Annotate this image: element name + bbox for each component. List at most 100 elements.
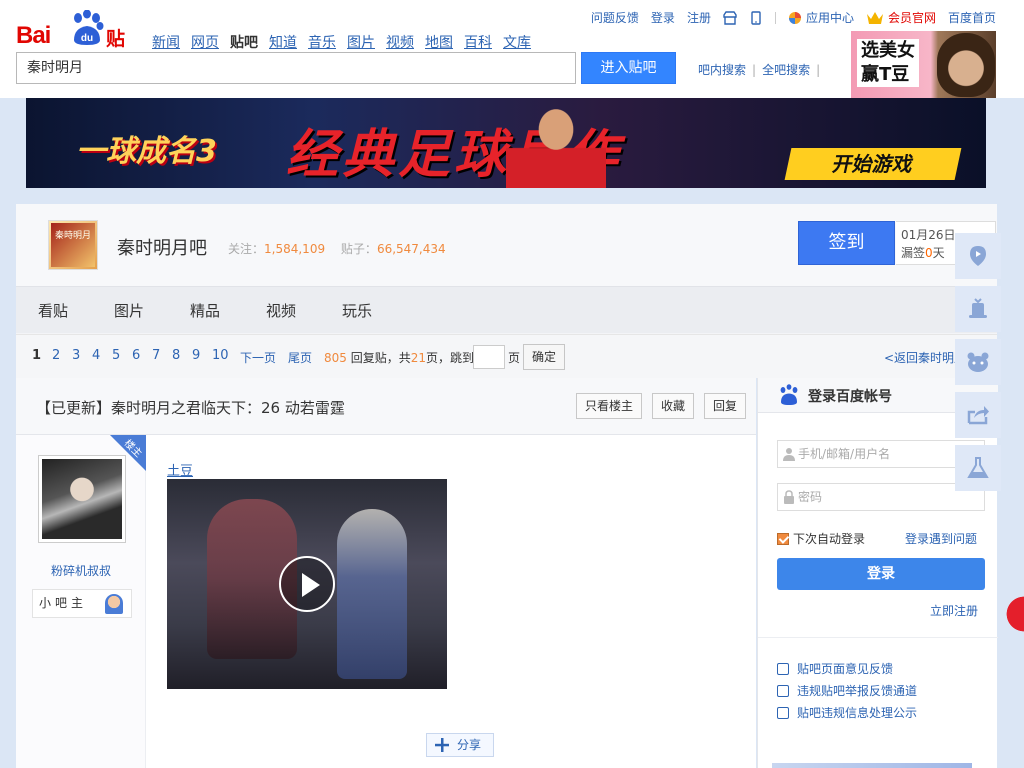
product-nav: 新闻 网页 贴吧 知道 音乐 图片 视频 地图 百科 文库 <box>152 32 542 52</box>
nav-tieba[interactable]: 贴吧 <box>230 32 258 52</box>
page-9[interactable]: 9 <box>192 348 200 363</box>
bear-button[interactable] <box>955 339 1001 385</box>
nav-music[interactable]: 音乐 <box>308 32 336 52</box>
enter-tieba-button[interactable]: 进入贴吧 <box>581 52 676 84</box>
nav-news[interactable]: 新闻 <box>152 32 180 52</box>
login-button[interactable]: 登录 <box>777 558 985 590</box>
reply-count: 805 <box>324 351 347 365</box>
nav-video[interactable]: 视频 <box>386 32 414 52</box>
share-side-button[interactable] <box>955 392 1001 438</box>
reply-button[interactable]: 回复 <box>704 393 746 419</box>
global-search-link[interactable]: 全吧搜索 <box>762 63 810 77</box>
corner-ad[interactable]: 选美女 赢T豆 <box>851 31 996 98</box>
forum-avatar[interactable]: 秦時明月 <box>48 220 98 270</box>
streak-prefix: 漏签 <box>901 246 926 260</box>
side-promo-widget[interactable] <box>1004 590 1024 638</box>
page-3[interactable]: 3 <box>72 348 80 363</box>
video-player[interactable] <box>167 479 447 689</box>
register-link[interactable]: 注册 <box>687 9 711 26</box>
report-link[interactable]: 违规贴吧举报反馈通道 <box>777 682 917 699</box>
baidu-home-link[interactable]: 百度首页 <box>948 9 996 26</box>
tab-featured[interactable]: 精品 <box>190 300 220 321</box>
edit-icon <box>777 663 789 675</box>
violation-notice-link[interactable]: 贴吧违规信息处理公示 <box>777 704 917 721</box>
jump-ok-button[interactable]: 确定 <box>523 344 565 370</box>
username-field[interactable]: 手机/邮箱/用户名 <box>777 440 985 468</box>
tab-video[interactable]: 视频 <box>266 300 296 321</box>
forum-avatar-text: 秦時明月 <box>51 223 95 267</box>
magic-hat-button[interactable] <box>955 286 1001 332</box>
tab-games[interactable]: 玩乐 <box>342 300 372 321</box>
author-role: 小吧主 <box>39 596 88 610</box>
forum-name[interactable]: 秦时明月吧 <box>117 234 207 260</box>
page-5[interactable]: 5 <box>112 348 120 363</box>
remember-me[interactable]: 下次自动登录 <box>777 530 865 547</box>
play-icon[interactable] <box>279 556 335 612</box>
banner-start-game-button[interactable]: 开始游戏 <box>784 148 962 180</box>
share-arrow-icon <box>967 406 989 425</box>
posts-count: 66,547,434 <box>376 242 446 256</box>
floating-toolbar <box>955 233 1001 498</box>
remember-checkbox[interactable] <box>777 533 789 545</box>
inner-search-link[interactable]: 吧内搜索 <box>698 63 746 77</box>
location-pin-icon <box>970 246 986 266</box>
page-count: 21 <box>410 351 427 365</box>
streak-number: 0 <box>925 246 933 260</box>
page-8[interactable]: 8 <box>172 348 180 363</box>
nav-wenku[interactable]: 文库 <box>503 32 531 52</box>
lab-button[interactable] <box>955 445 1001 491</box>
tab-posts[interactable]: 看贴 <box>38 300 68 321</box>
reply-label: 回复贴，共 <box>350 351 411 365</box>
register-now-link[interactable]: 立即注册 <box>930 602 978 619</box>
nav-images[interactable]: 图片 <box>347 32 375 52</box>
corner-ad-text: 选美女 赢T豆 <box>857 39 919 87</box>
author-avatar[interactable] <box>38 455 126 543</box>
nav-web[interactable]: 网页 <box>191 32 219 52</box>
tudou-link[interactable]: 土豆 <box>167 460 193 479</box>
store-icon[interactable] <box>723 10 737 25</box>
page-6[interactable]: 6 <box>132 348 140 363</box>
username-placeholder: 手机/邮箱/用户名 <box>798 447 891 461</box>
feedback-link[interactable]: 问题反馈 <box>591 9 639 26</box>
favorite-button[interactable]: 收藏 <box>652 393 694 419</box>
next-page-link[interactable]: 下一页 <box>240 349 276 366</box>
forum-stats: 关注：1,584,109 贴子：66,547,434 <box>228 240 458 257</box>
page-7[interactable]: 7 <box>152 348 160 363</box>
baidu-tieba-logo[interactable]: Bai du 贴吧 <box>14 8 138 77</box>
search-input[interactable]: 秦时明月 <box>16 52 576 84</box>
report-label: 违规贴吧举报反馈通道 <box>797 684 918 698</box>
share-button[interactable]: 分享 <box>426 733 494 757</box>
app-center-icon <box>788 11 801 24</box>
location-button[interactable] <box>955 233 1001 279</box>
jump-page-input[interactable] <box>473 345 505 369</box>
app-center-link[interactable]: 应用中心 <box>806 9 854 26</box>
lock-icon <box>784 490 794 504</box>
baidu-paw-icon: du <box>74 10 104 45</box>
mobile-icon[interactable] <box>749 10 763 25</box>
posts-label: 贴子： <box>340 242 377 256</box>
author-name[interactable]: 粉碎机叔叔 <box>16 562 146 579</box>
flask-icon <box>967 457 989 478</box>
page-2[interactable]: 2 <box>52 348 60 363</box>
sign-in-button[interactable]: 签到 <box>798 221 895 265</box>
banner-game-name: 一球成名3 <box>76 134 217 169</box>
page-4[interactable]: 4 <box>92 348 100 363</box>
remember-label: 下次自动登录 <box>793 532 866 546</box>
feedback-link[interactable]: 贴吧页面意见反馈 <box>777 660 893 677</box>
crown-icon <box>866 11 883 24</box>
page-10[interactable]: 10 <box>212 348 229 363</box>
game-banner-ad[interactable]: 一球成名3 经典足球巨作 开始游戏 <box>26 98 986 188</box>
tab-images[interactable]: 图片 <box>114 300 144 321</box>
baidu-paw-icon <box>780 384 798 405</box>
sidebar-ad-strip[interactable] <box>772 763 972 768</box>
vip-link[interactable]: 会员官网 <box>888 9 936 26</box>
only-op-button[interactable]: 只看楼主 <box>576 393 642 419</box>
bear-face-icon <box>967 352 989 372</box>
last-page-link[interactable]: 尾页 <box>288 349 312 366</box>
nav-zhidao[interactable]: 知道 <box>269 32 297 52</box>
nav-baike[interactable]: 百科 <box>464 32 492 52</box>
nav-map[interactable]: 地图 <box>425 32 453 52</box>
password-field[interactable]: 密码 <box>777 483 985 511</box>
login-link[interactable]: 登录 <box>651 9 675 26</box>
login-problem-link[interactable]: 登录遇到问题 <box>905 530 977 547</box>
